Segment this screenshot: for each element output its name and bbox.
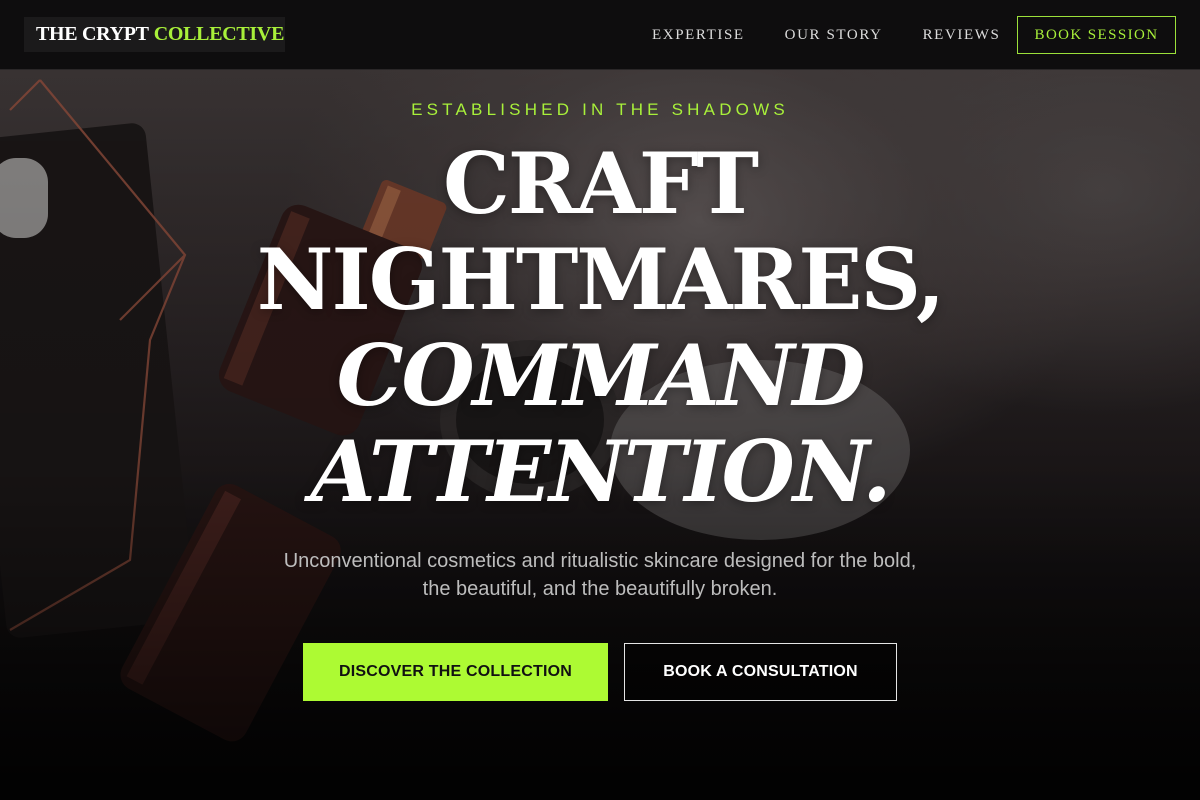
- book-consultation-button[interactable]: BOOK A CONSULTATION: [624, 643, 897, 701]
- brand-name-primary: THE CRYPT: [36, 23, 149, 45]
- hero-subtext: Unconventional cosmetics and ritualistic…: [283, 550, 917, 600]
- headline-line-3: COMMAND: [336, 326, 866, 425]
- hero-eyebrow: ESTABLISHED IN THE SHADOWS: [411, 100, 789, 119]
- brand-name-accent: COLLECTIVE: [153, 23, 285, 45]
- landing-page: THE CRYPT COLLECTIVE EXPERTISE OUR STORY…: [0, 0, 1200, 800]
- book-session-button[interactable]: BOOK SESSION: [1017, 16, 1176, 54]
- brand-logo[interactable]: THE CRYPT COLLECTIVE: [24, 17, 285, 52]
- top-navigation-bar: THE CRYPT COLLECTIVE EXPERTISE OUR STORY…: [0, 0, 1200, 70]
- headline-line-4: ATTENTION.: [310, 422, 891, 521]
- discover-collection-button[interactable]: DISCOVER THE COLLECTION: [303, 643, 608, 701]
- hero-headline: CRAFT NIGHTMARES, COMMAND ATTENTION.: [0, 136, 1200, 520]
- nav-links: EXPERTISE OUR STORY REVIEWS: [652, 0, 1040, 70]
- nav-link-expertise[interactable]: EXPERTISE: [652, 27, 745, 44]
- headline-line-1: CRAFT: [443, 134, 759, 233]
- headline-line-2: NIGHTMARES,: [256, 230, 946, 329]
- nav-link-our-story[interactable]: OUR STORY: [785, 27, 883, 44]
- nav-link-reviews[interactable]: REVIEWS: [923, 27, 1001, 44]
